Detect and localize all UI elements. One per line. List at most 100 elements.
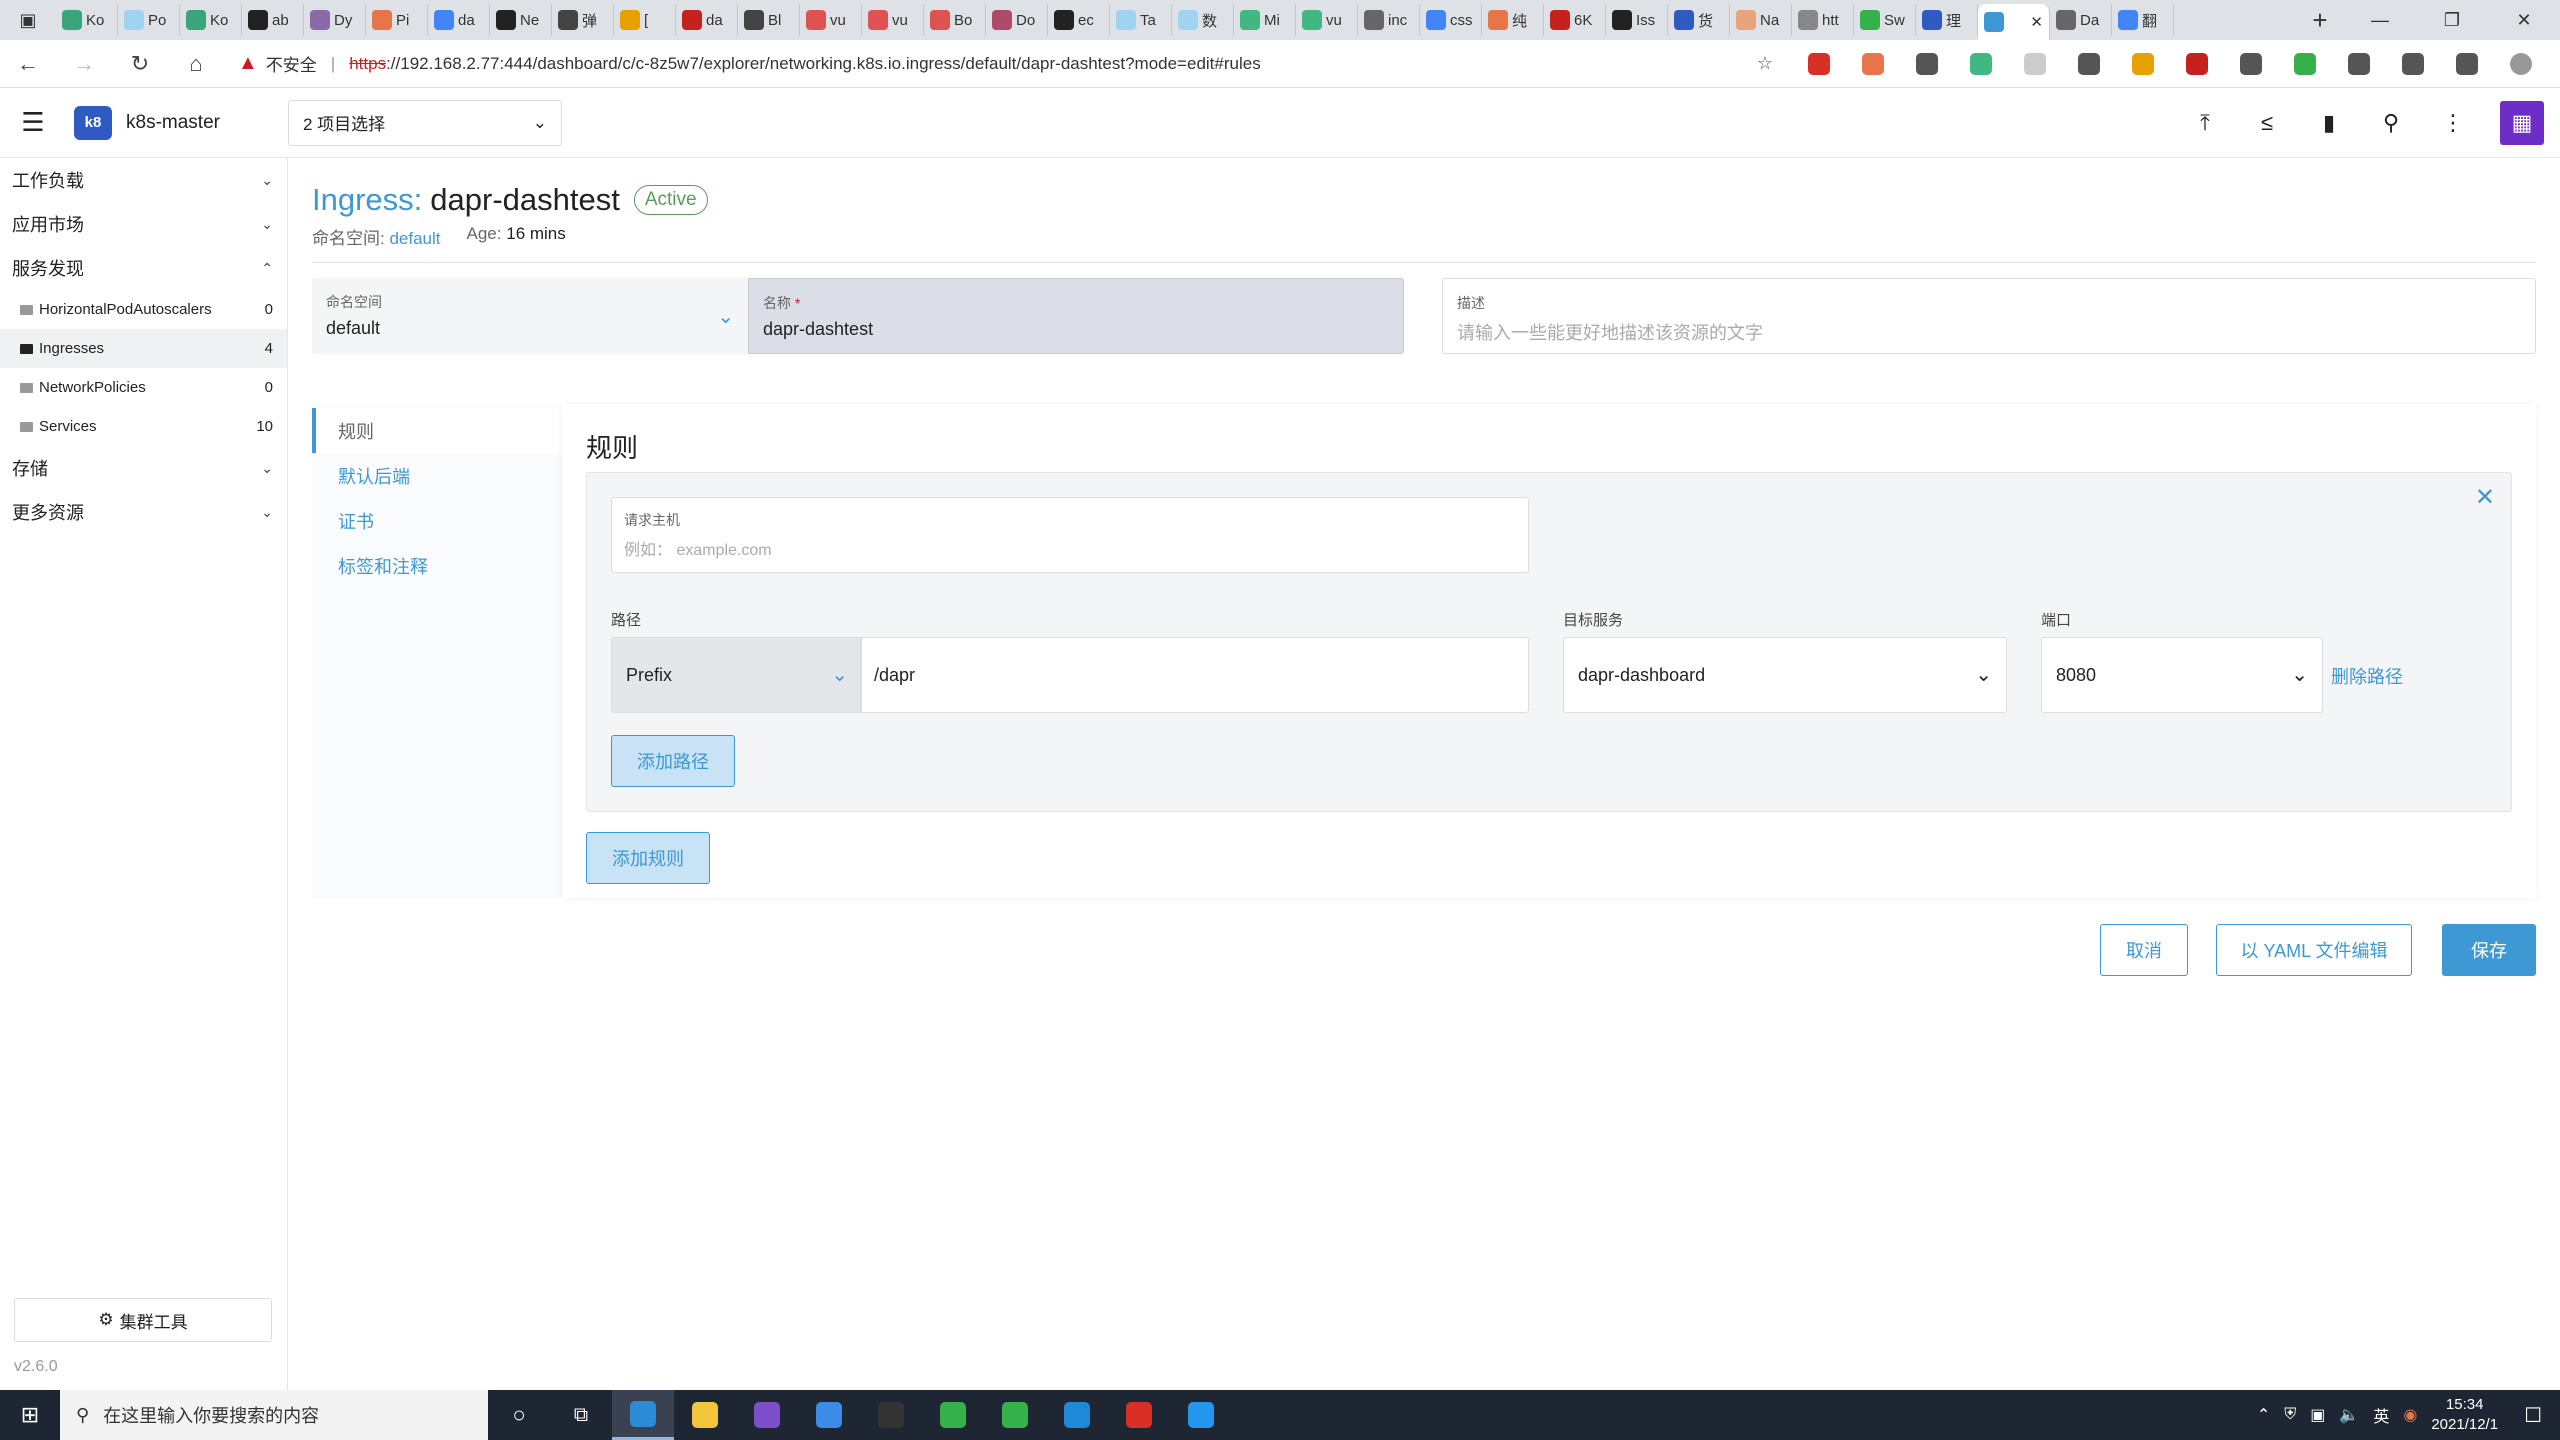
tab-actions-menu-icon[interactable]: ▣ [0,0,56,40]
extension-icon[interactable] [2440,40,2494,88]
sidebar-group[interactable]: 应用市场 ⌄ [0,202,287,246]
kubeconfig-download-icon[interactable]: ▮ [2298,88,2360,158]
browser-tab[interactable]: Mi [1234,4,1296,36]
back-button[interactable]: ← [0,40,56,88]
browser-tab[interactable]: vu [862,4,924,36]
browser-tab[interactable]: 纯 [1482,4,1544,36]
menu-icon[interactable]: ☰ [0,88,66,158]
browser-tab[interactable]: Ko [56,4,118,36]
taskbar-app-feishu[interactable] [798,1390,860,1440]
import-yaml-icon[interactable]: ⤒ [2174,88,2236,158]
maximize-icon[interactable]: ❐ [2416,0,2488,40]
browser-tab[interactable]: Dy [304,4,366,36]
taskbar-app-gitkraken[interactable] [922,1390,984,1440]
browser-tab[interactable]: css [1420,4,1482,36]
edit-as-yaml-button[interactable]: 以 YAML 文件编辑 [2216,924,2412,976]
sidebar-group[interactable]: 服务发现 ⌃ [0,246,287,290]
user-avatar-icon[interactable]: ▦ [2500,100,2544,145]
browser-tab[interactable]: vu [800,4,862,36]
kubectl-shell-icon[interactable]: ≤ [2236,88,2298,158]
extension-icon[interactable] [2170,40,2224,88]
browser-tab[interactable]: Ne [490,4,552,36]
tab-0[interactable]: 规则 [312,408,562,453]
address-bar[interactable]: ▲ 不安全 | https ://192.168.2.77:444/dashbo… [224,46,1694,82]
add-path-button[interactable]: 添加路径 [611,735,735,787]
browser-tab[interactable]: 理 [1916,4,1978,36]
taskbar-app-docker[interactable] [1170,1390,1232,1440]
browser-tab[interactable]: Iss [1606,4,1668,36]
extension-icon[interactable] [2008,40,2062,88]
name-field[interactable]: 名称 * dapr-dashtest [748,278,1404,354]
tray-expand-icon[interactable]: ⌃ [2257,1405,2270,1425]
taskbar-app-maps[interactable] [984,1390,1046,1440]
sidebar-item-networkpolicies[interactable]: NetworkPolicies 0 [0,368,287,407]
remove-path-link[interactable]: 删除路径 [2331,663,2403,689]
extension-icon[interactable] [2116,40,2170,88]
extension-icon[interactable] [1900,40,1954,88]
sidebar-item-ingresses[interactable]: Ingresses 4 [0,329,287,368]
cancel-button[interactable]: 取消 [2100,924,2188,976]
taskbar-clock[interactable]: 15:34 2021/12/1 [2431,1395,2498,1435]
cortana-icon[interactable]: ○ [488,1390,550,1440]
extension-icon[interactable] [1954,40,2008,88]
browser-tab[interactable]: vu [1296,4,1358,36]
extension-icon[interactable] [2224,40,2278,88]
port-select[interactable]: 8080 ⌄ [2041,637,2323,713]
sidebar-item-horizontalpodautoscalers[interactable]: HorizontalPodAutoscalers 0 [0,290,287,329]
extension-icon[interactable] [2494,40,2548,88]
taskbar-app-visual-studio[interactable] [736,1390,798,1440]
tab-1[interactable]: 默认后端 [312,453,562,498]
home-button[interactable]: ⌂ [168,40,224,88]
browser-tab[interactable]: Bo [924,4,986,36]
tab-3[interactable]: 标签和注释 [312,543,562,588]
browser-tab[interactable]: ec [1048,4,1110,36]
browser-tab[interactable]: htt [1792,4,1854,36]
browser-tab[interactable]: Po [118,4,180,36]
tab-2[interactable]: 证书 [312,498,562,543]
browser-tab[interactable]: Bl [738,4,800,36]
save-button[interactable]: 保存 [2442,924,2536,976]
browser-tab[interactable]: ab [242,4,304,36]
search-icon[interactable]: ⚲ [2360,88,2422,158]
taskbar-app-terminal[interactable] [860,1390,922,1440]
browser-tab[interactable]: inc [1358,4,1420,36]
browser-tab[interactable]: Da [2050,4,2112,36]
cluster-tools-button[interactable]: ⚙ 集群工具 [14,1298,272,1342]
windows-start-icon[interactable]: ⊞ [0,1390,60,1440]
network-icon[interactable]: ▣ [2310,1405,2325,1425]
extension-icon[interactable] [1846,40,1900,88]
resource-type-link[interactable]: Ingress: [312,182,422,218]
task-view-icon[interactable]: ⧉ [550,1390,612,1440]
taskbar-search-box[interactable]: ⚲ 在这里输入你要搜索的内容 [60,1390,488,1440]
ime-indicator[interactable]: 英 [2373,1403,2389,1427]
browser-tab[interactable]: Pi [366,4,428,36]
close-window-icon[interactable]: ✕ [2488,0,2560,40]
notifications-icon[interactable]: ☐ [2524,1403,2542,1428]
namespace-meta-link[interactable]: default [389,229,440,248]
extension-icon[interactable] [1792,40,1846,88]
namespace-select[interactable]: 命名空间 default ⌄ [312,278,748,354]
browser-tab[interactable]: 货 [1668,4,1730,36]
browser-tab[interactable]: 6K [1544,4,1606,36]
extension-icon[interactable] [2278,40,2332,88]
sidebar-group[interactable]: 工作负载 ⌄ [0,158,287,202]
taskbar-app-explorer[interactable] [674,1390,736,1440]
browser-tab[interactable]: 翻 [2112,4,2174,36]
browser-tab[interactable]: da [428,4,490,36]
reload-button[interactable]: ↻ [112,40,168,88]
taskbar-app-edge[interactable] [612,1390,674,1440]
browser-tab[interactable]: 数 [1172,4,1234,36]
extension-icon[interactable] [2062,40,2116,88]
antivirus-icon[interactable]: ◉ [2403,1405,2417,1425]
volume-icon[interactable]: 🔈 [2339,1405,2359,1425]
description-field[interactable]: 描述 请输入一些能更好地描述该资源的文字 [1442,278,2536,354]
browser-tab[interactable]: 弹 [552,4,614,36]
remove-rule-close-icon[interactable]: ✕ [2475,483,2495,512]
shield-icon[interactable]: ⛨ [2284,1406,2296,1424]
project-select[interactable]: 2 项目选择 ⌄ [288,99,562,146]
browser-tab[interactable]: Sw [1854,4,1916,36]
sidebar-group[interactable]: 存储 ⌄ [0,446,287,490]
path-type-select[interactable]: Prefix ⌄ [611,637,861,713]
path-input[interactable]: /dapr [861,637,1529,713]
minimize-icon[interactable]: — [2344,0,2416,40]
